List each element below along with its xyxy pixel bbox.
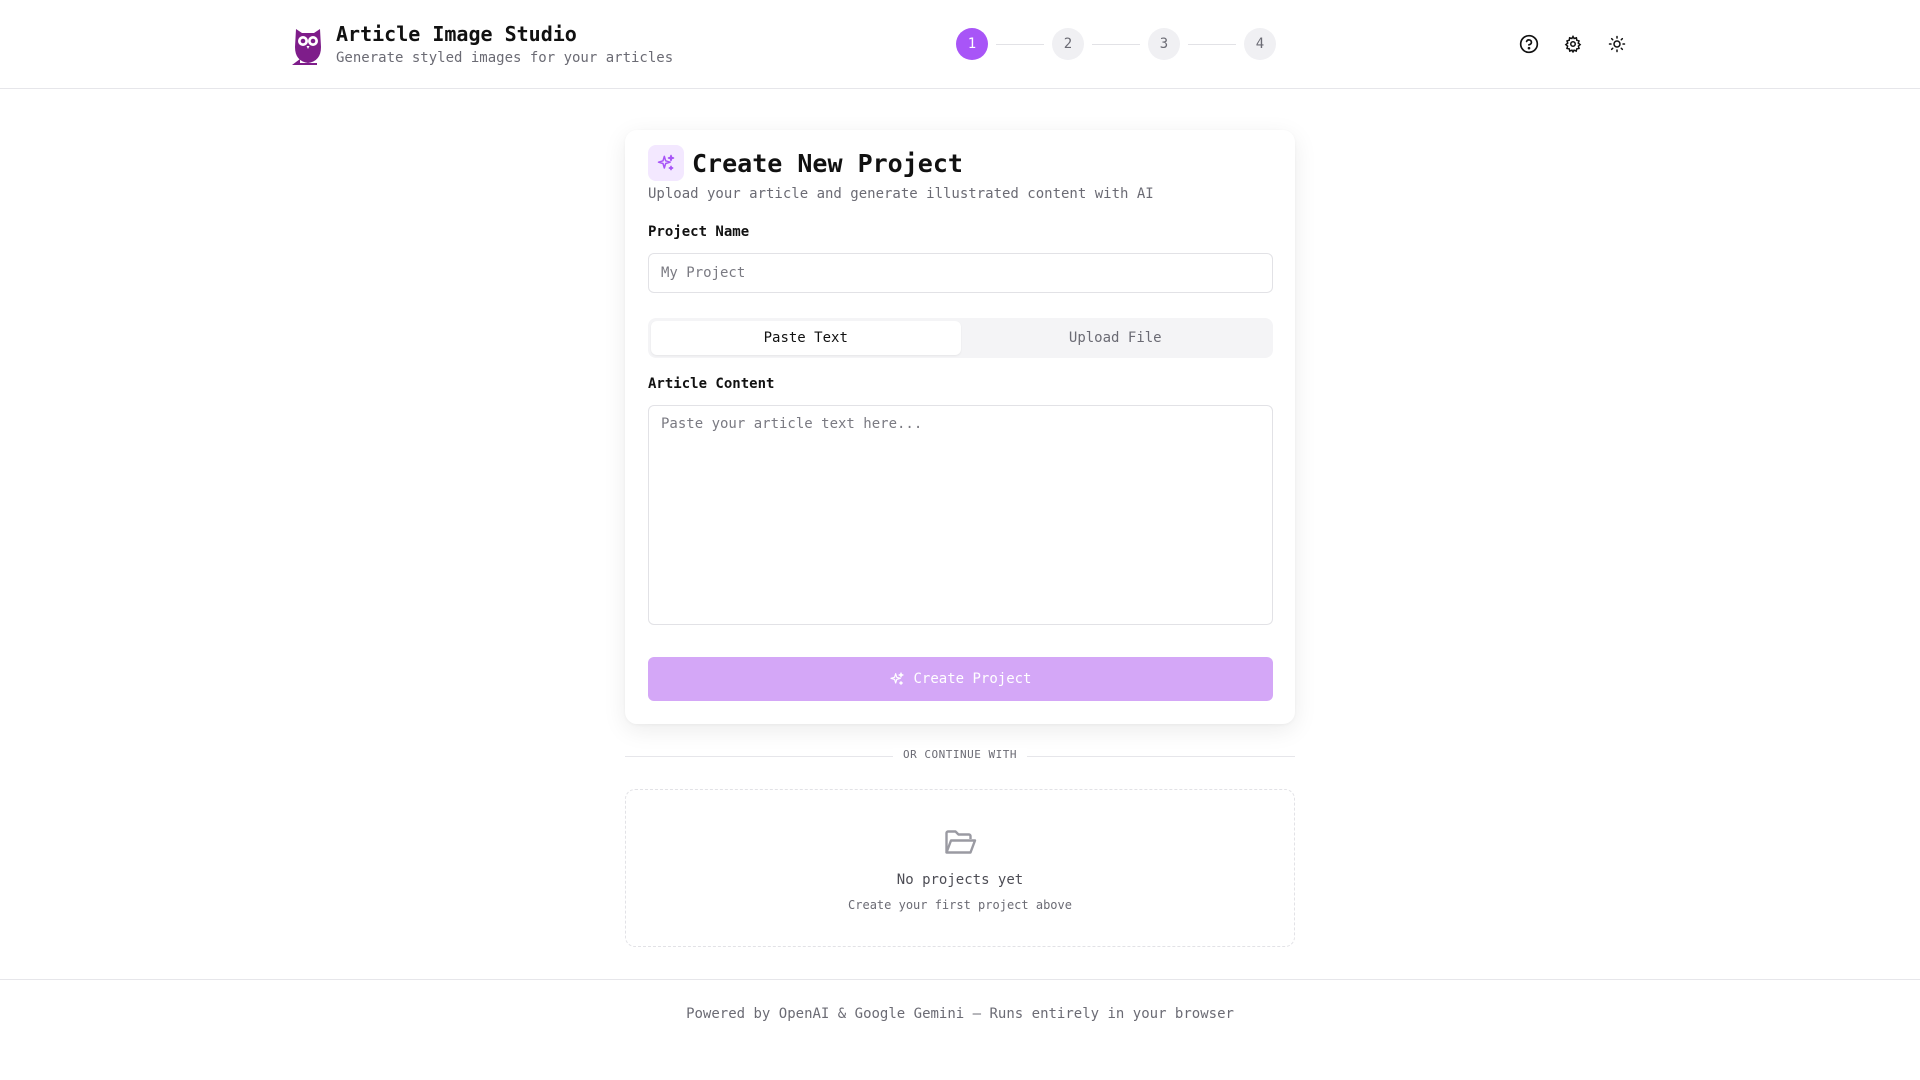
footer: Powered by OpenAI & Google Gemini — Runs… (0, 979, 1920, 1080)
card-header: Create New Project (648, 145, 963, 181)
sparkle-badge (648, 145, 684, 181)
folder-open-icon (945, 830, 977, 854)
sparkles-icon (657, 154, 675, 171)
theme-toggle-button[interactable] (1606, 33, 1628, 55)
create-project-button[interactable]: Create Project (648, 657, 1273, 701)
projects-empty-state: No projects yet Create your first projec… (625, 789, 1295, 947)
app-subtitle: Generate styled images for your articles (336, 50, 674, 66)
empty-state-subtitle: Create your first project above (848, 898, 1072, 912)
article-content-label: Article Content (648, 376, 775, 392)
card-description: Upload your article and generate illustr… (648, 186, 1154, 202)
create-project-card: Create New Project Upload your article a… (625, 130, 1295, 724)
card-title: Create New Project (692, 148, 963, 178)
empty-state-title: No projects yet (896, 872, 1024, 888)
divider-label: OR CONTINUE WITH (893, 748, 1027, 761)
step-4[interactable]: 4 (1244, 28, 1276, 60)
tab-upload-file[interactable]: Upload File (961, 321, 1271, 355)
help-circle-icon (1519, 34, 1539, 54)
step-2[interactable]: 2 (1052, 28, 1084, 60)
help-button[interactable] (1518, 33, 1540, 55)
gear-icon (1564, 35, 1582, 53)
step-connector (1092, 43, 1140, 45)
create-project-label: Create Project (913, 671, 1032, 687)
sparkles-icon (890, 672, 905, 685)
step-3[interactable]: 3 (1148, 28, 1180, 60)
step-connector (1188, 43, 1236, 45)
article-content-textarea[interactable] (648, 405, 1273, 625)
brand: Article Image Studio Generate styled ima… (290, 22, 673, 68)
footer-text: Powered by OpenAI & Google Gemini — Runs… (686, 1006, 1234, 1022)
project-name-label: Project Name (648, 224, 750, 240)
step-1[interactable]: 1 (956, 28, 988, 60)
input-mode-tabs: Paste Text Upload File (648, 318, 1273, 358)
app-header: Article Image Studio Generate styled ima… (0, 0, 1920, 89)
owl-logo-icon (292, 29, 321, 65)
app-title: Article Image Studio (336, 22, 577, 46)
project-name-input[interactable] (648, 253, 1273, 293)
settings-button[interactable] (1562, 33, 1584, 55)
sun-icon (1608, 35, 1626, 53)
stepper: 1 2 3 4 (956, 28, 1276, 60)
header-actions (1518, 33, 1628, 55)
tab-paste-text[interactable]: Paste Text (651, 321, 961, 355)
step-connector (996, 43, 1044, 45)
